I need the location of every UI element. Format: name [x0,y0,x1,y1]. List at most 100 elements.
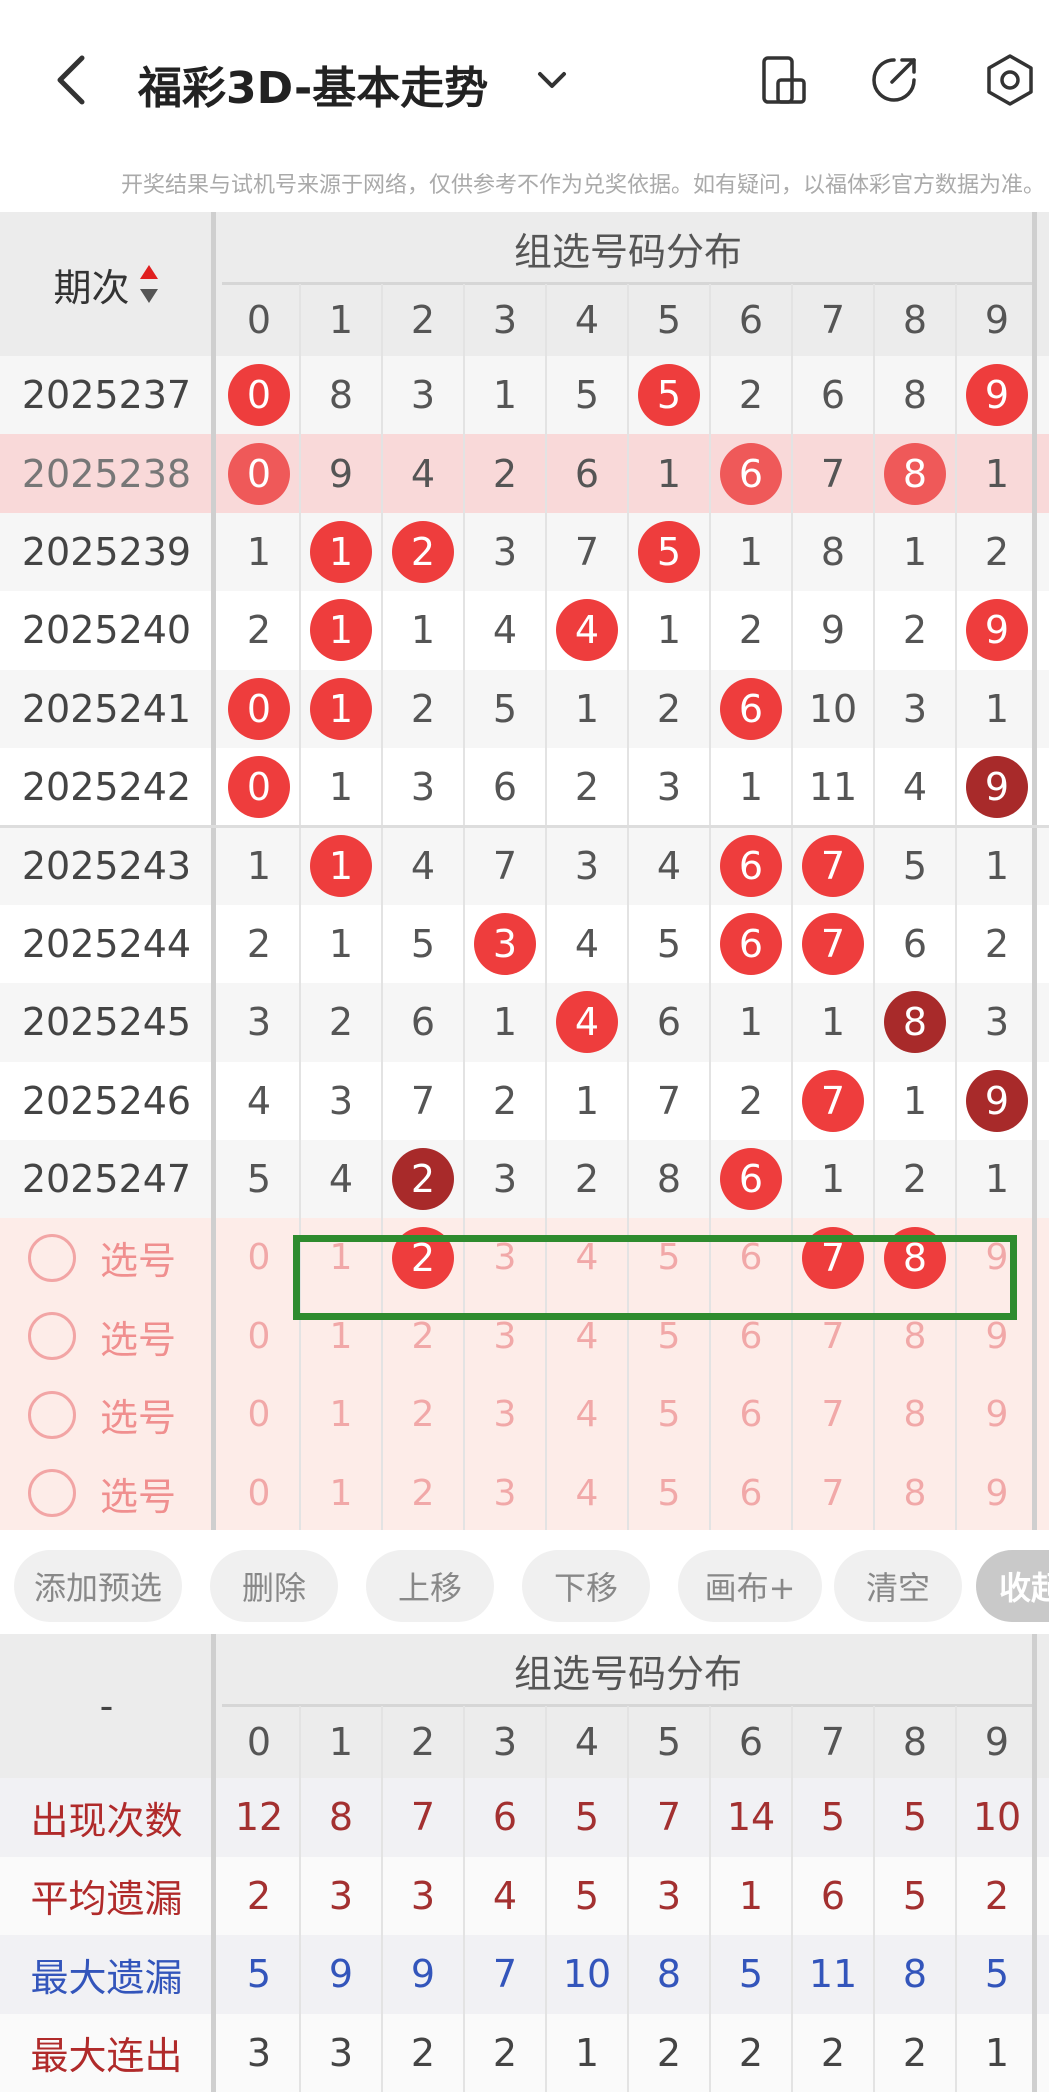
hit-ball: 1 [310,520,372,583]
stats-value: 2 [492,2030,518,2075]
trend-cell: 1 [300,748,382,826]
button-2[interactable]: 上移 [366,1550,494,1622]
trend-cell: 2 [218,905,300,983]
trend-cell: 10 [792,670,874,748]
radio-circle-icon[interactable] [28,1233,76,1282]
radio-circle-icon[interactable] [28,1390,76,1439]
pick-digit-9[interactable]: 9 [956,1454,1038,1533]
miss-count: 1 [328,921,354,966]
pick-digit-1[interactable]: 1 [300,1375,382,1454]
miss-count: 6 [410,1000,436,1045]
trend-cell: 3 [956,983,1038,1061]
pick-digit-3[interactable]: 3 [464,1454,546,1533]
pick-digit-9[interactable]: 9 [956,1375,1038,1454]
stats-digit-header-2: 2 [410,1720,436,1764]
trend-cell: 2 [710,356,792,434]
hit-ball: 1 [310,834,372,897]
trend-cell: 2 [218,591,300,669]
trend-cell: 5 [628,356,710,434]
radio-circle-icon[interactable] [28,1312,76,1361]
grid-line [1032,1634,1037,2092]
trend-cell: 1 [792,983,874,1061]
pick-digit-4[interactable]: 4 [546,1375,628,1454]
pick-digit-8[interactable]: 8 [874,1375,956,1454]
pick-digit-7[interactable]: 7 [792,1375,874,1454]
miss-count: 1 [738,529,764,574]
pick-digit-5[interactable]: 5 [628,1454,710,1533]
pick-digit-label: 7 [821,1472,845,1514]
stats-value: 8 [902,1952,928,1997]
radio-circle-icon[interactable] [28,1469,76,1518]
trend-cell: 7 [792,905,874,983]
miss-count: 3 [492,529,518,574]
pick-row-toggle[interactable]: 选号 [0,1454,213,1533]
pick-digit-label: 1 [329,1394,353,1436]
miss-count: 4 [410,843,436,888]
trend-cell: 4 [464,591,546,669]
pick-digit-6[interactable]: 6 [710,1454,792,1533]
button-0[interactable]: 添加预选 [14,1550,182,1622]
digit-header-6: 6 [738,298,764,342]
settings-icon[interactable] [982,52,1038,108]
trend-cell: 1 [218,826,300,904]
pick-row-toggle[interactable]: 选号 [0,1297,213,1376]
pick-digit-5[interactable]: 5 [628,1375,710,1454]
pick-row-toggle[interactable]: 选号 [0,1375,213,1454]
pick-digit-6[interactable]: 6 [710,1375,792,1454]
button-1[interactable]: 删除 [210,1550,338,1622]
miss-count: 6 [902,921,928,966]
pick-digit-4[interactable]: 4 [546,1454,628,1533]
phone-rotate-icon[interactable] [756,52,812,108]
pick-digit-label: 8 [903,1315,927,1357]
pick-digit-2[interactable]: 2 [382,1454,464,1533]
stats-value: 6 [820,1873,846,1918]
trend-cell: 6 [792,356,874,434]
back-icon[interactable] [40,40,100,120]
button-6[interactable]: 收起 [976,1550,1049,1622]
trend-cell: 1 [546,670,628,748]
miss-count: 2 [328,1000,354,1045]
hit-ball: 9 [966,364,1028,427]
sort-icon[interactable] [138,261,160,307]
stats-digit-header-4: 4 [574,1720,600,1764]
miss-count: 9 [820,608,846,653]
stats-value: 2 [738,2030,764,2075]
pick-label: 选号 [100,1396,177,1441]
pick-digit-3[interactable]: 3 [464,1375,546,1454]
page-title[interactable]: 福彩3D-基本走势 [138,52,488,116]
trend-cell: 1 [464,356,546,434]
pick-digit-0[interactable]: 0 [218,1375,300,1454]
miss-count: 2 [902,1157,928,1202]
button-5[interactable]: 清空 [834,1550,962,1622]
share-icon[interactable] [866,52,922,108]
button-4[interactable]: 画布+ [678,1550,822,1622]
pick-digit-0[interactable]: 0 [218,1297,300,1376]
pick-row-toggle[interactable]: 选号 [0,1218,213,1297]
trend-cell: 2 [464,1062,546,1140]
pick-digit-label: 6 [739,1394,763,1436]
trend-table: 期次 组选号码分布 0 1 2 3 4 5 6 7 8 9 2025237 0 8 3 1 5 5 2 6 8 9 20252… [0,212,1049,1533]
pick-digit-8[interactable]: 8 [874,1454,956,1533]
trend-cell: 1 [710,513,792,591]
pick-digit-label: 7 [821,1394,845,1436]
miss-count: 2 [492,451,518,496]
pick-digit-7[interactable]: 7 [792,1454,874,1533]
trend-cell: 1 [546,1062,628,1140]
trend-cell: 2 [546,748,628,826]
chevron-down-icon[interactable] [530,58,574,102]
issue-header[interactable]: 期次 [0,212,213,356]
stats-value: 4 [492,1873,518,1918]
pick-digit-0[interactable]: 0 [218,1218,300,1297]
hit-ball: 7 [802,1069,864,1132]
pick-digit-0[interactable]: 0 [218,1454,300,1533]
stats-value: 5 [246,1952,272,1997]
miss-count: 8 [656,1157,682,1202]
stats-value: 7 [492,1952,518,1997]
button-3[interactable]: 下移 [522,1550,650,1622]
miss-count: 3 [246,1000,272,1045]
trend-cell: 3 [628,748,710,826]
trend-cell: 6 [382,983,464,1061]
pick-digit-1[interactable]: 1 [300,1454,382,1533]
pick-digit-label: 9 [985,1315,1009,1357]
pick-digit-2[interactable]: 2 [382,1375,464,1454]
